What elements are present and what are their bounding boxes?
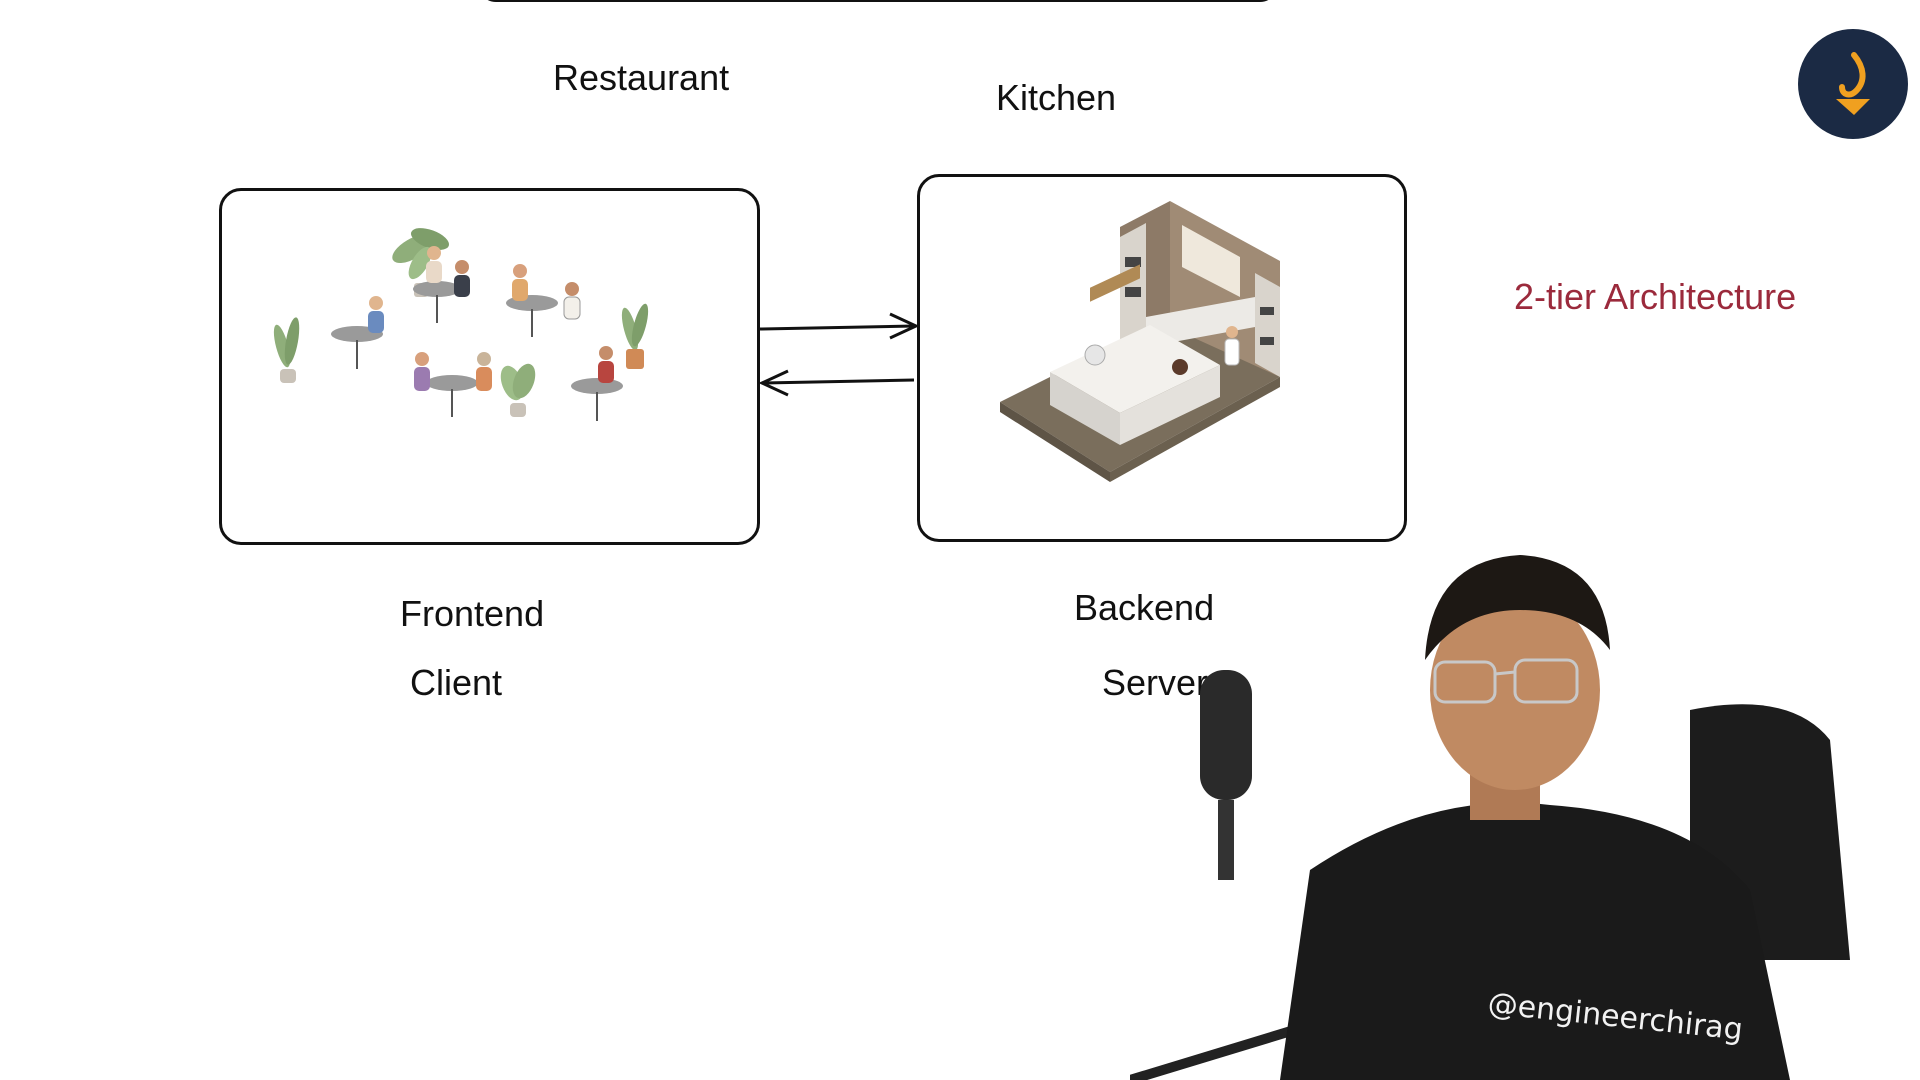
table-icon [506, 295, 558, 337]
chef-figure [1224, 326, 1240, 366]
slide-canvas: Restaurant Kitchen Frontend Client Backe… [0, 0, 1920, 1080]
plant-icon [500, 363, 536, 417]
logo-mark-icon [1836, 52, 1870, 115]
architecture-title: 2-tier Architecture [1514, 276, 1797, 317]
diner-figure [598, 346, 614, 383]
diner-figure [454, 260, 470, 297]
restaurant-label: Restaurant [553, 57, 730, 98]
diner-figure [563, 282, 581, 320]
arrow-right-icon [759, 312, 920, 340]
kitchen-label: Kitchen [996, 77, 1117, 118]
diner-figure [414, 352, 430, 391]
channel-logo-icon [1798, 29, 1908, 139]
backend-box [917, 174, 1407, 542]
table-icon [571, 378, 623, 421]
plant-icon [621, 303, 649, 369]
diner-figure [512, 264, 528, 301]
isometric-kitchen-illustration [1000, 201, 1280, 482]
table-icon [426, 375, 478, 417]
restaurant-dining-illustration [273, 228, 649, 421]
microphone-icon [1200, 670, 1252, 800]
frontend-label: Frontend [400, 593, 545, 634]
top-cropped-box [478, 0, 1278, 2]
request-response-arrows [758, 312, 920, 397]
frontend-box [219, 188, 760, 545]
diner-figure [368, 296, 384, 333]
diner-figure [426, 246, 442, 283]
arrow-left-icon [758, 369, 915, 397]
diner-figure [476, 352, 492, 391]
plant-icon [273, 317, 300, 383]
client-label: Client [410, 662, 503, 703]
table-icon [413, 281, 461, 323]
